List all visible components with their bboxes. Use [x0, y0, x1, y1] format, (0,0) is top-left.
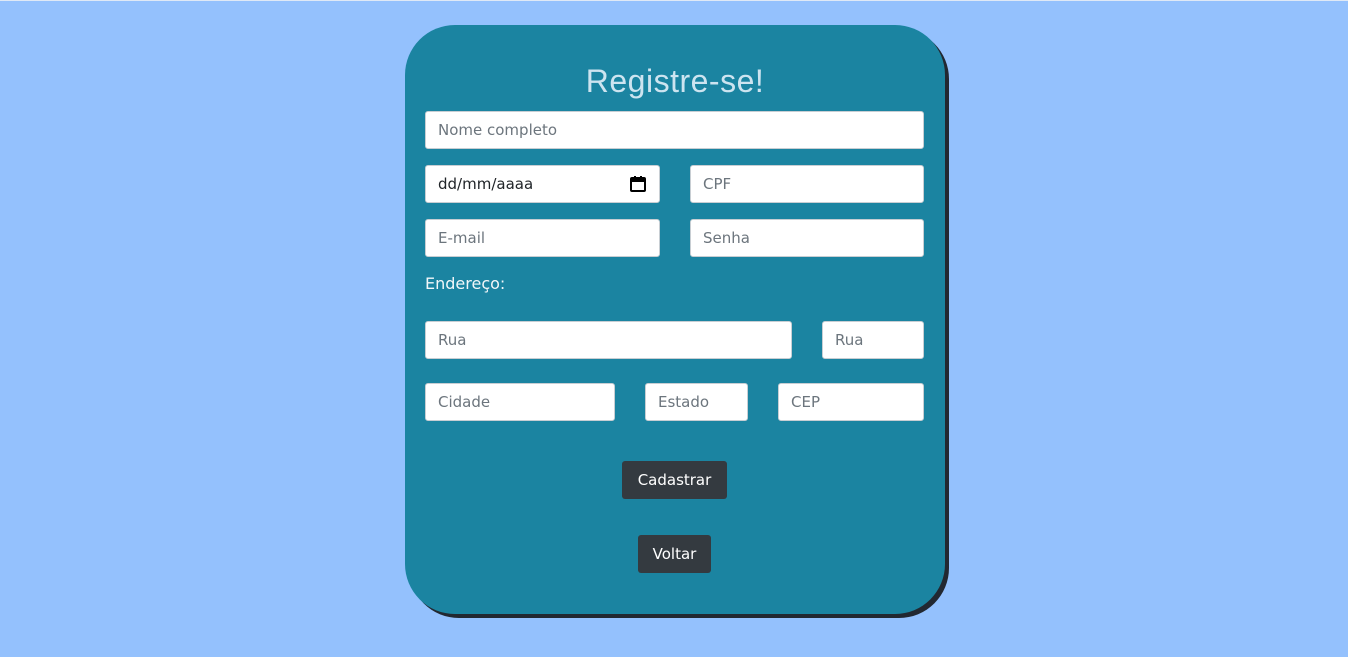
street-number-input[interactable]: Rua — [822, 321, 924, 359]
city-input[interactable]: Cidade — [425, 383, 615, 421]
submit-button[interactable]: Cadastrar — [622, 461, 727, 499]
email-input[interactable]: E-mail — [425, 219, 660, 257]
calendar-icon[interactable] — [629, 175, 647, 193]
state-input[interactable]: Estado — [645, 383, 748, 421]
cpf-input[interactable]: CPF — [690, 165, 924, 203]
address-label: Endereço: — [425, 274, 506, 293]
zip-input[interactable]: CEP — [778, 383, 924, 421]
birth-date-value: dd/mm/aaaa — [438, 175, 534, 193]
password-input[interactable]: Senha — [690, 219, 924, 257]
top-divider — [0, 0, 1348, 1]
full-name-input[interactable]: Nome completo — [425, 111, 924, 149]
registration-card: Registre-se! Nome completo dd/mm/aaaa CP… — [405, 25, 945, 614]
street-input[interactable]: Rua — [425, 321, 792, 359]
page-title: Registre-se! — [585, 63, 765, 99]
birth-date-input[interactable]: dd/mm/aaaa — [425, 165, 660, 203]
back-button[interactable]: Voltar — [638, 535, 711, 573]
